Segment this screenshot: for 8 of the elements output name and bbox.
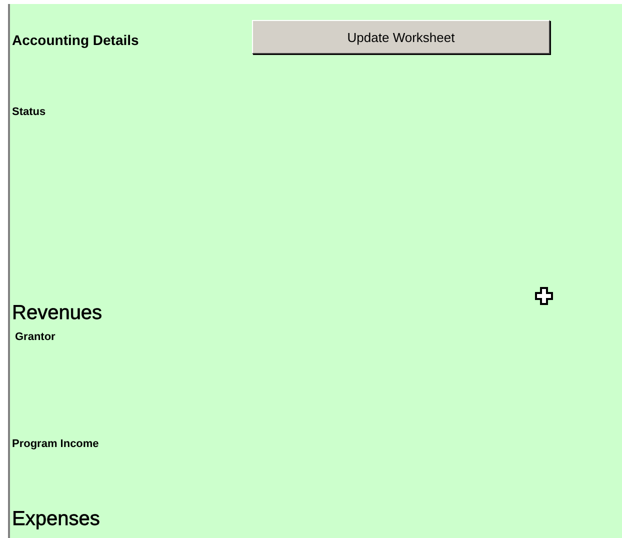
field-label: Program Income xyxy=(12,438,99,450)
crosshair-cursor-icon xyxy=(535,287,553,305)
section-title: Accounting Details xyxy=(12,32,140,48)
field-label: Status xyxy=(12,106,46,118)
update-worksheet-button[interactable]: Update Worksheet xyxy=(252,20,550,54)
section-heading: Expenses xyxy=(12,508,100,531)
field-label: Grantor xyxy=(15,331,56,343)
section-heading: Revenues xyxy=(12,302,102,325)
